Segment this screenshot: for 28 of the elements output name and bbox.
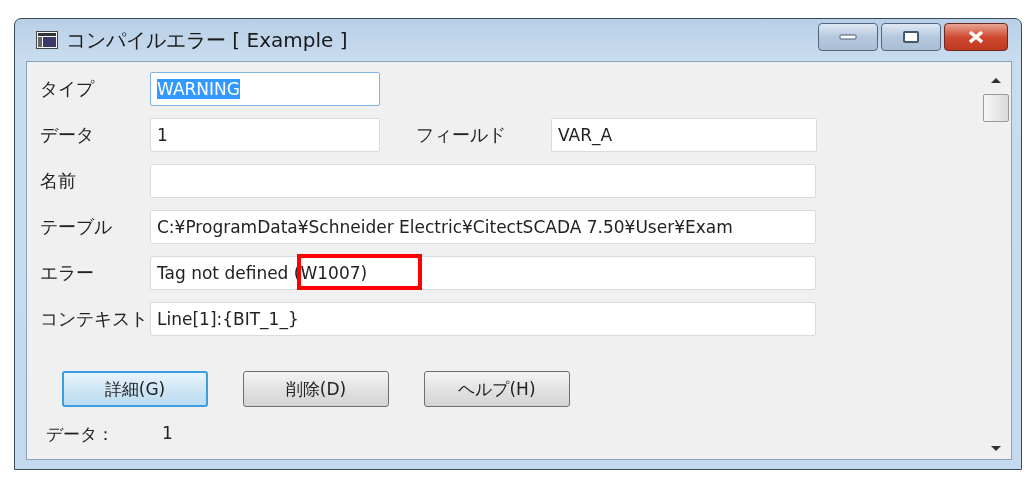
window-title: コンパイルエラー [ Example ] bbox=[66, 26, 348, 54]
close-button[interactable] bbox=[944, 23, 1008, 51]
input-field[interactable]: 1 bbox=[150, 118, 380, 152]
field-label: タイプ bbox=[40, 77, 96, 101]
field-label: テーブル bbox=[40, 215, 113, 239]
input-field[interactable]: Line[1]:{BIT_1_} bbox=[150, 302, 816, 336]
field-label: フィールド bbox=[416, 123, 507, 147]
minimize-button[interactable] bbox=[818, 23, 878, 51]
status-value: 1 bbox=[162, 423, 173, 445]
dialog-button[interactable]: 削除(D) bbox=[243, 371, 389, 407]
scroll-thumb[interactable] bbox=[983, 94, 1009, 122]
dialog-button[interactable]: ヘルプ(H) bbox=[424, 371, 570, 407]
field-label: データ bbox=[40, 123, 95, 147]
maximize-icon bbox=[902, 31, 920, 43]
window-icon bbox=[36, 31, 58, 49]
scroll-up-icon[interactable] bbox=[990, 76, 1002, 84]
status-label: データ： bbox=[46, 423, 115, 446]
input-field[interactable] bbox=[150, 164, 816, 198]
dialog-button[interactable]: 詳細(G) bbox=[62, 371, 208, 407]
maximize-button[interactable] bbox=[881, 23, 941, 51]
field-label: コンテキスト bbox=[40, 307, 149, 331]
input-field[interactable]: C:¥ProgramData¥Schneider Electric¥CitectSCADA 7.50¥User¥Exam bbox=[150, 210, 816, 244]
minimize-icon bbox=[839, 33, 857, 41]
scroll-down-icon[interactable] bbox=[990, 445, 1002, 453]
input-field[interactable]: VAR_A bbox=[551, 118, 817, 152]
close-icon bbox=[967, 30, 985, 44]
field-label: 名前 bbox=[40, 169, 77, 193]
field-label: エラー bbox=[40, 261, 95, 285]
